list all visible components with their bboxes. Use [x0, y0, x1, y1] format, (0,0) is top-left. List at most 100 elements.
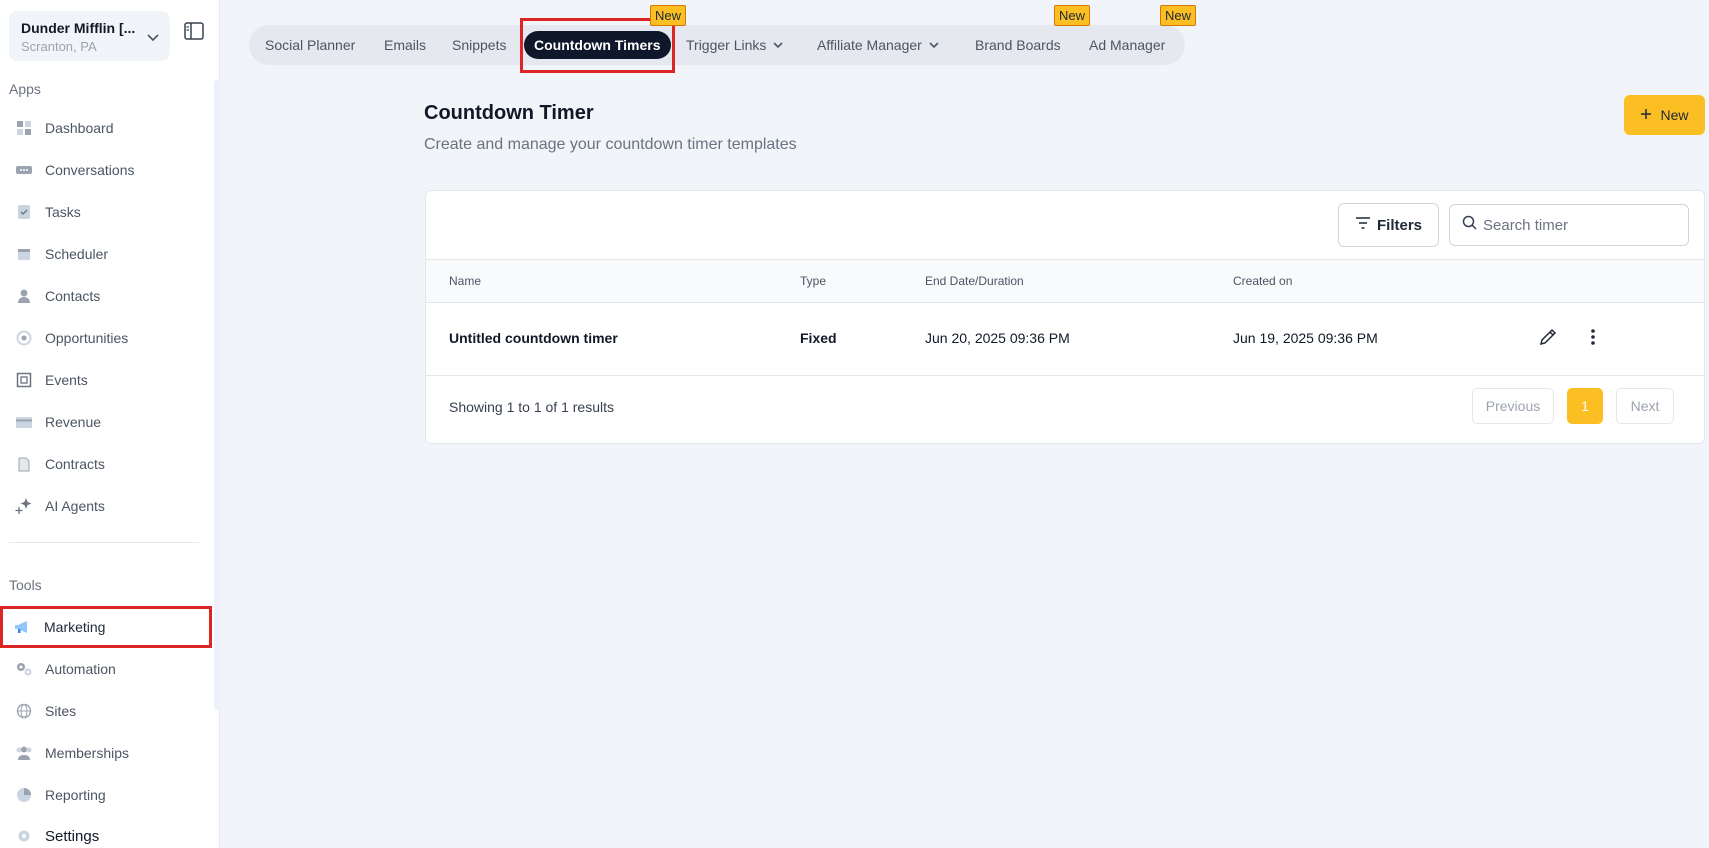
pie-icon: [14, 785, 34, 805]
new-badge: New: [1054, 5, 1091, 26]
filters-label: Filters: [1376, 216, 1422, 234]
tab-brand-boards[interactable]: Brand Boards: [975, 31, 1061, 59]
sidebar-collapse-icon[interactable]: [184, 22, 204, 45]
sidebar-item-conversations[interactable]: Conversations: [0, 149, 212, 191]
sidebar-item-tasks[interactable]: Tasks: [0, 191, 212, 233]
sidebar-item-dashboard[interactable]: Dashboard: [0, 107, 212, 149]
sidebar-item-label: Contracts: [45, 456, 105, 472]
sidebar-item-label: Conversations: [45, 162, 135, 178]
sidebar-item-sites[interactable]: Sites: [0, 690, 212, 732]
page-number-button[interactable]: 1: [1567, 388, 1603, 424]
chat-icon: [14, 160, 34, 180]
tab-social-planner[interactable]: Social Planner: [265, 31, 355, 59]
sidebar-divider: [9, 542, 199, 543]
sidebar-item-memberships[interactable]: Memberships: [0, 732, 212, 774]
sidebar-item-marketing[interactable]: Marketing: [0, 606, 212, 648]
tools-section-label: Tools: [9, 577, 42, 593]
sidebar-item-label: Scheduler: [45, 246, 109, 262]
sidebar-item-label: Settings: [45, 827, 100, 845]
new-badge: New: [1160, 5, 1197, 26]
search-input[interactable]: [1483, 216, 1673, 234]
search-icon: [1462, 215, 1477, 235]
column-header-type: Type: [800, 274, 827, 288]
marketing-tab-bar: Social Planner Emails Snippets Countdown…: [249, 25, 1185, 65]
filters-button[interactable]: Filters: [1338, 203, 1439, 247]
gear-icon: [14, 826, 34, 846]
chevron-down-icon: [928, 32, 940, 60]
sidebar-item-label: Reporting: [45, 787, 106, 803]
sidebar-item-revenue[interactable]: Revenue: [0, 401, 212, 443]
sidebar: Dunder Mifflin [... Scranton, PA Apps Da…: [0, 0, 220, 848]
tab-emails[interactable]: Emails: [384, 31, 426, 59]
table-header: Name Type End Date/Duration Created on: [426, 259, 1704, 303]
sidebar-item-contacts[interactable]: Contacts: [0, 275, 212, 317]
sidebar-item-label: Dashboard: [45, 120, 114, 136]
sidebar-item-automation[interactable]: Automation: [0, 648, 212, 690]
tab-trigger-links[interactable]: Trigger Links: [686, 31, 784, 59]
sidebar-item-label: Sites: [45, 703, 77, 719]
previous-page-button[interactable]: Previous: [1472, 388, 1554, 424]
pagination-summary: Showing 1 to 1 of 1 results: [449, 399, 614, 415]
sidebar-item-label: Memberships: [45, 745, 130, 761]
page-title: Countdown Timer: [424, 102, 594, 124]
next-page-button[interactable]: Next: [1616, 388, 1674, 424]
tab-ad-manager[interactable]: Ad Manager: [1089, 31, 1165, 59]
account-location: Scranton, PA: [21, 39, 97, 54]
table-row[interactable]: Untitled countdown timer Fixed Jun 20, 2…: [426, 303, 1704, 376]
account-name: Dunder Mifflin [...: [21, 20, 136, 36]
sidebar-item-label: Opportunities: [45, 330, 129, 346]
events-icon: [14, 370, 34, 390]
task-icon: [14, 202, 34, 222]
dashboard-icon: [14, 118, 34, 138]
plus-icon: [1640, 107, 1652, 123]
sidebar-scrollbar[interactable]: [214, 80, 220, 710]
card-icon: [14, 412, 34, 432]
timers-card: Filters Name Type End Date/Duration Crea…: [425, 190, 1705, 444]
gears-icon: [14, 659, 34, 679]
sidebar-item-events[interactable]: Events: [0, 359, 212, 401]
sidebar-item-label: AI Agents: [45, 498, 105, 514]
more-options-icon[interactable]: [1590, 327, 1596, 352]
sidebar-item-contracts[interactable]: Contracts: [0, 443, 212, 485]
timer-created-on: Jun 19, 2025 09:36 PM: [1233, 330, 1378, 346]
sidebar-item-settings[interactable]: Settings: [0, 815, 212, 848]
new-button-label: New: [1660, 107, 1689, 123]
megaphone-icon: [13, 617, 33, 637]
timer-type: Fixed: [800, 330, 837, 346]
target-icon: [14, 328, 34, 348]
tab-label: Trigger Links: [686, 37, 767, 53]
chevron-down-icon: [146, 30, 160, 49]
column-header-created-on: Created on: [1233, 274, 1293, 288]
account-switcher[interactable]: Dunder Mifflin [... Scranton, PA: [9, 11, 170, 61]
tab-snippets[interactable]: Snippets: [452, 31, 506, 59]
sidebar-item-label: Events: [45, 372, 88, 388]
page-subtitle: Create and manage your countdown timer t…: [424, 136, 797, 153]
sidebar-item-scheduler[interactable]: Scheduler: [0, 233, 212, 275]
sidebar-item-label: Tasks: [45, 204, 81, 220]
sidebar-item-label: Marketing: [44, 619, 106, 635]
edit-pencil-icon[interactable]: [1538, 327, 1558, 352]
people-icon: [14, 743, 34, 763]
new-timer-button[interactable]: New: [1624, 95, 1705, 135]
timer-end-date: Jun 20, 2025 09:36 PM: [925, 330, 1070, 346]
active-tab-highlight: [520, 18, 675, 73]
person-icon: [14, 286, 34, 306]
column-header-name: Name: [449, 274, 482, 288]
apps-section-label: Apps: [9, 81, 41, 97]
chevron-down-icon: [772, 32, 784, 60]
column-header-end-date: End Date/Duration: [925, 274, 1024, 288]
sidebar-item-label: Contacts: [45, 288, 101, 304]
globe-icon: [14, 701, 34, 721]
sidebar-item-reporting[interactable]: Reporting: [0, 774, 212, 816]
new-badge: New: [650, 5, 687, 26]
sidebar-item-label: Automation: [45, 661, 116, 677]
sidebar-item-label: Revenue: [45, 414, 102, 430]
tab-affiliate-manager[interactable]: Affiliate Manager: [817, 31, 940, 59]
sidebar-item-ai-agents[interactable]: AI Agents: [0, 485, 212, 527]
search-box[interactable]: [1449, 204, 1689, 246]
sparkle-icon: [14, 496, 34, 516]
document-icon: [14, 454, 34, 474]
sidebar-item-opportunities[interactable]: Opportunities: [0, 317, 212, 359]
timer-name[interactable]: Untitled countdown timer: [449, 330, 618, 346]
tab-label: Affiliate Manager: [817, 37, 922, 53]
